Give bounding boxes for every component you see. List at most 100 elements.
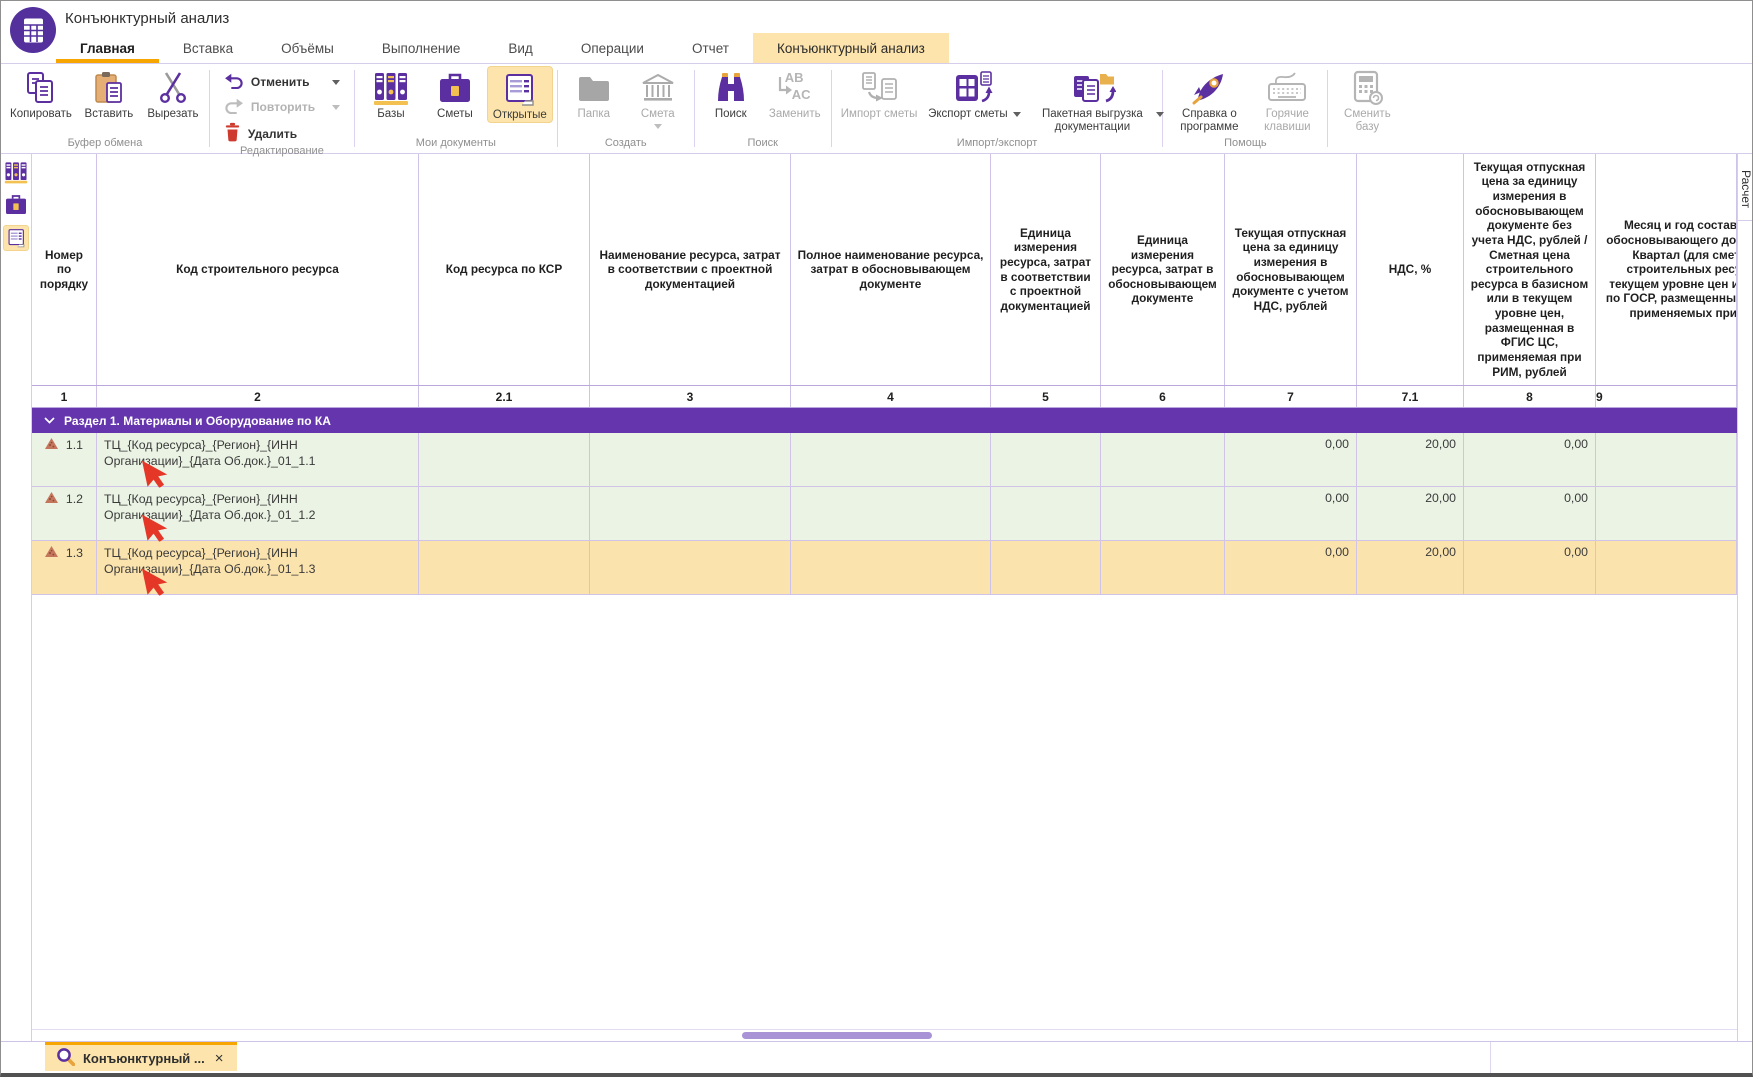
batch-upload-button[interactable]: Пакетная выгрузка документации (1026, 66, 1158, 134)
tab-konyunkturnyj-analiz[interactable]: Конъюнктурный анализ (753, 33, 949, 63)
redo-dropdown-icon[interactable] (332, 105, 340, 110)
price-with-vat-cell[interactable]: 0,00 (1225, 433, 1357, 486)
search-button[interactable]: Поиск (699, 66, 763, 121)
bases-button[interactable]: Базы (359, 66, 423, 121)
group-editing: Отменить Повторить (210, 64, 354, 153)
keyboard-icon (1267, 68, 1307, 108)
cursor-arrow-icon (144, 566, 168, 599)
tab-otchet[interactable]: Отчет (668, 33, 753, 63)
redo-icon (224, 97, 244, 117)
group-my-documents: Базы Сметы (355, 64, 557, 153)
cell-empty[interactable] (590, 541, 791, 594)
vat-cell[interactable]: 20,00 (1357, 433, 1464, 486)
open-documents-button[interactable]: Открытые (487, 66, 553, 123)
cell-empty[interactable] (590, 487, 791, 540)
cell-empty[interactable] (991, 487, 1101, 540)
replace-label: Заменить (769, 108, 821, 121)
section-header-row[interactable]: Раздел 1. Материалы и Оборудование по КА (32, 408, 1737, 433)
price-without-vat-cell[interactable]: 0,00 (1464, 487, 1596, 540)
export-estimate-dropdown-icon[interactable] (1013, 112, 1021, 117)
cell-empty[interactable] (791, 433, 991, 486)
document-tab[interactable]: Конъюнктурный ... × (45, 1042, 237, 1071)
cell-empty[interactable] (1596, 487, 1737, 540)
change-db-button[interactable]: Сменить базу (1332, 66, 1402, 134)
import-estimate-button[interactable]: Импорт сметы (836, 66, 923, 121)
delete-button[interactable]: Удалить (224, 122, 340, 145)
about-label: Справка о программе (1180, 108, 1238, 133)
building-icon (641, 68, 675, 108)
cell-empty[interactable] (1101, 487, 1225, 540)
tab-operacii[interactable]: Операции (557, 33, 668, 63)
horizontal-scrollbar-thumb[interactable] (742, 1032, 932, 1039)
paste-button[interactable]: Вставить (77, 66, 141, 121)
price-without-vat-cell[interactable]: 0,00 (1464, 433, 1596, 486)
cut-button[interactable]: Вырезать (141, 66, 205, 121)
bases-icon (373, 68, 409, 108)
tab-vid[interactable]: Вид (484, 33, 556, 63)
cell-empty[interactable] (1101, 541, 1225, 594)
tab-obyomy[interactable]: Объёмы (257, 33, 358, 63)
vat-cell[interactable]: 20,00 (1357, 487, 1464, 540)
folder-button[interactable]: Папка (562, 66, 626, 121)
copy-button[interactable]: Копировать (5, 66, 77, 121)
estimate-new-button[interactable]: Смета (626, 66, 690, 129)
export-estimate-button[interactable]: Экспорт сметы (922, 66, 1026, 121)
cell-empty[interactable] (1596, 541, 1737, 594)
price-with-vat-cell[interactable]: 0,00 (1225, 541, 1357, 594)
cell-empty[interactable] (419, 541, 590, 594)
cell-empty[interactable] (1101, 433, 1225, 486)
cut-icon (156, 68, 190, 108)
undo-icon (224, 72, 244, 92)
group-help: Справка о программе Горячие клавиши (1163, 64, 1327, 153)
table-row[interactable]: 1.2 ТЦ_{Код ресурса}_{Регион}_{ИНН Орган… (32, 487, 1737, 541)
vat-cell[interactable]: 20,00 (1357, 541, 1464, 594)
copy-label: Копировать (10, 108, 72, 121)
horizontal-scrollbar[interactable] (32, 1029, 1737, 1041)
col-header-price-with-vat: Текущая отпускная цена за единицу измере… (1225, 154, 1357, 385)
colnum: 1 (32, 386, 97, 407)
bottom-tab-bar: Конъюнктурный ... × (1, 1041, 1752, 1073)
delete-label: Удалить (248, 127, 297, 141)
calculation-panel-tab[interactable]: Расчет (1738, 159, 1753, 221)
price-without-vat-cell[interactable]: 0,00 (1464, 541, 1596, 594)
cell-empty[interactable] (590, 433, 791, 486)
cell-empty[interactable] (419, 433, 590, 486)
warning-icon (45, 492, 58, 506)
section-collapse-icon[interactable] (44, 417, 55, 424)
cell-empty[interactable] (419, 487, 590, 540)
estimates-label: Сметы (437, 108, 473, 121)
sidebar-open-documents-button[interactable] (3, 225, 29, 251)
row-num-cell[interactable]: 1.2 (32, 487, 97, 540)
batch-upload-dropdown-icon[interactable] (1156, 112, 1164, 117)
tab-vypolnenie[interactable]: Выполнение (358, 33, 485, 63)
cell-empty[interactable] (991, 433, 1101, 486)
estimate-new-label: Смета (641, 108, 675, 121)
redo-button[interactable]: Повторить (224, 97, 340, 117)
magnifier-icon (56, 1047, 75, 1069)
tab-glavnaya[interactable]: Главная (56, 33, 159, 63)
cell-empty[interactable] (1596, 433, 1737, 486)
row-num-cell[interactable]: 1.1 (32, 433, 97, 486)
estimate-new-dropdown-icon[interactable] (654, 124, 662, 129)
undo-button[interactable]: Отменить (224, 72, 340, 92)
price-with-vat-cell[interactable]: 0,00 (1225, 487, 1357, 540)
estimates-button[interactable]: Сметы (423, 66, 487, 121)
sidebar-bases-button[interactable] (3, 159, 29, 185)
app-window: Конъюнктурный анализ Главная Вставка Объ… (0, 0, 1753, 1077)
tab-vstavka[interactable]: Вставка (159, 33, 257, 63)
undo-dropdown-icon[interactable] (332, 80, 340, 85)
app-logo-icon (10, 7, 56, 53)
row-num-cell[interactable]: 1.3 (32, 541, 97, 594)
table-row[interactable]: 1.1 ТЦ_{Код ресурса}_{Регион}_{ИНН Орган… (32, 433, 1737, 487)
table-row-selected[interactable]: 1.3 ТЦ_{Код ресурса}_{Регион}_{ИНН Орган… (32, 541, 1737, 595)
sidebar-estimates-button[interactable] (3, 192, 29, 218)
replace-button[interactable]: AB AC Заменить (763, 66, 827, 121)
about-button[interactable]: Справка о программе (1167, 66, 1251, 134)
close-icon[interactable]: × (213, 1050, 226, 1067)
cell-empty[interactable] (991, 541, 1101, 594)
group-search: Поиск AB AC Заменить (695, 64, 831, 153)
cell-empty[interactable] (791, 487, 991, 540)
cell-empty[interactable] (791, 541, 991, 594)
hotkeys-button[interactable]: Горячие клавиши (1251, 66, 1323, 134)
group-caption-clipboard: Буфер обмена (5, 137, 205, 153)
